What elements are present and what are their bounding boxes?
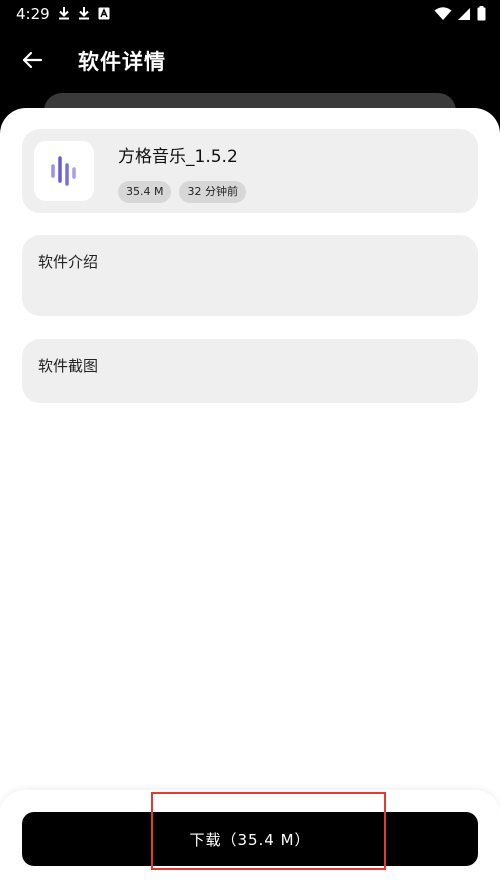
wifi-icon (434, 6, 452, 20)
arrow-left-icon (22, 51, 43, 69)
updated-badge: 32 分钟前 (179, 181, 246, 203)
app-info-card: 方格音乐_1.5.2 35.4 M 32 分钟前 (22, 129, 478, 213)
download-button[interactable]: 下载（35.4 M） (22, 812, 478, 866)
page-title: 软件详情 (78, 50, 166, 74)
intro-title: 软件介绍 (38, 253, 99, 271)
app-screen: 4:29 软件详情 方格音乐_1.5.2 35.4 M 32 分钟前 软件介绍 … (0, 0, 500, 888)
download-icon (79, 7, 89, 20)
screenshots-title: 软件截图 (38, 357, 99, 375)
screenshots-section: 软件截图 (22, 339, 478, 403)
app-icon (34, 141, 94, 201)
status-bar: 4:29 (0, 0, 500, 28)
size-badge: 35.4 M (118, 181, 172, 203)
intro-section: 软件介绍 (22, 235, 478, 316)
bottom-action-bar: 下载（35.4 M） (0, 790, 500, 888)
app-name: 方格音乐_1.5.2 (118, 147, 238, 167)
download-icon (59, 7, 69, 20)
a-box-icon (98, 7, 110, 19)
status-system-icons (434, 6, 486, 21)
sound-wave-icon (51, 156, 76, 186)
back-button[interactable] (14, 44, 50, 76)
signal-icon (458, 7, 470, 20)
app-meta-badges: 35.4 M 32 分钟前 (118, 181, 246, 203)
status-notifications (58, 6, 110, 20)
detail-sheet: 方格音乐_1.5.2 35.4 M 32 分钟前 软件介绍 软件截图 (0, 108, 500, 888)
top-app-bar: 软件详情 (0, 28, 500, 92)
status-time: 4:29 (16, 5, 50, 23)
battery-icon (477, 6, 486, 21)
